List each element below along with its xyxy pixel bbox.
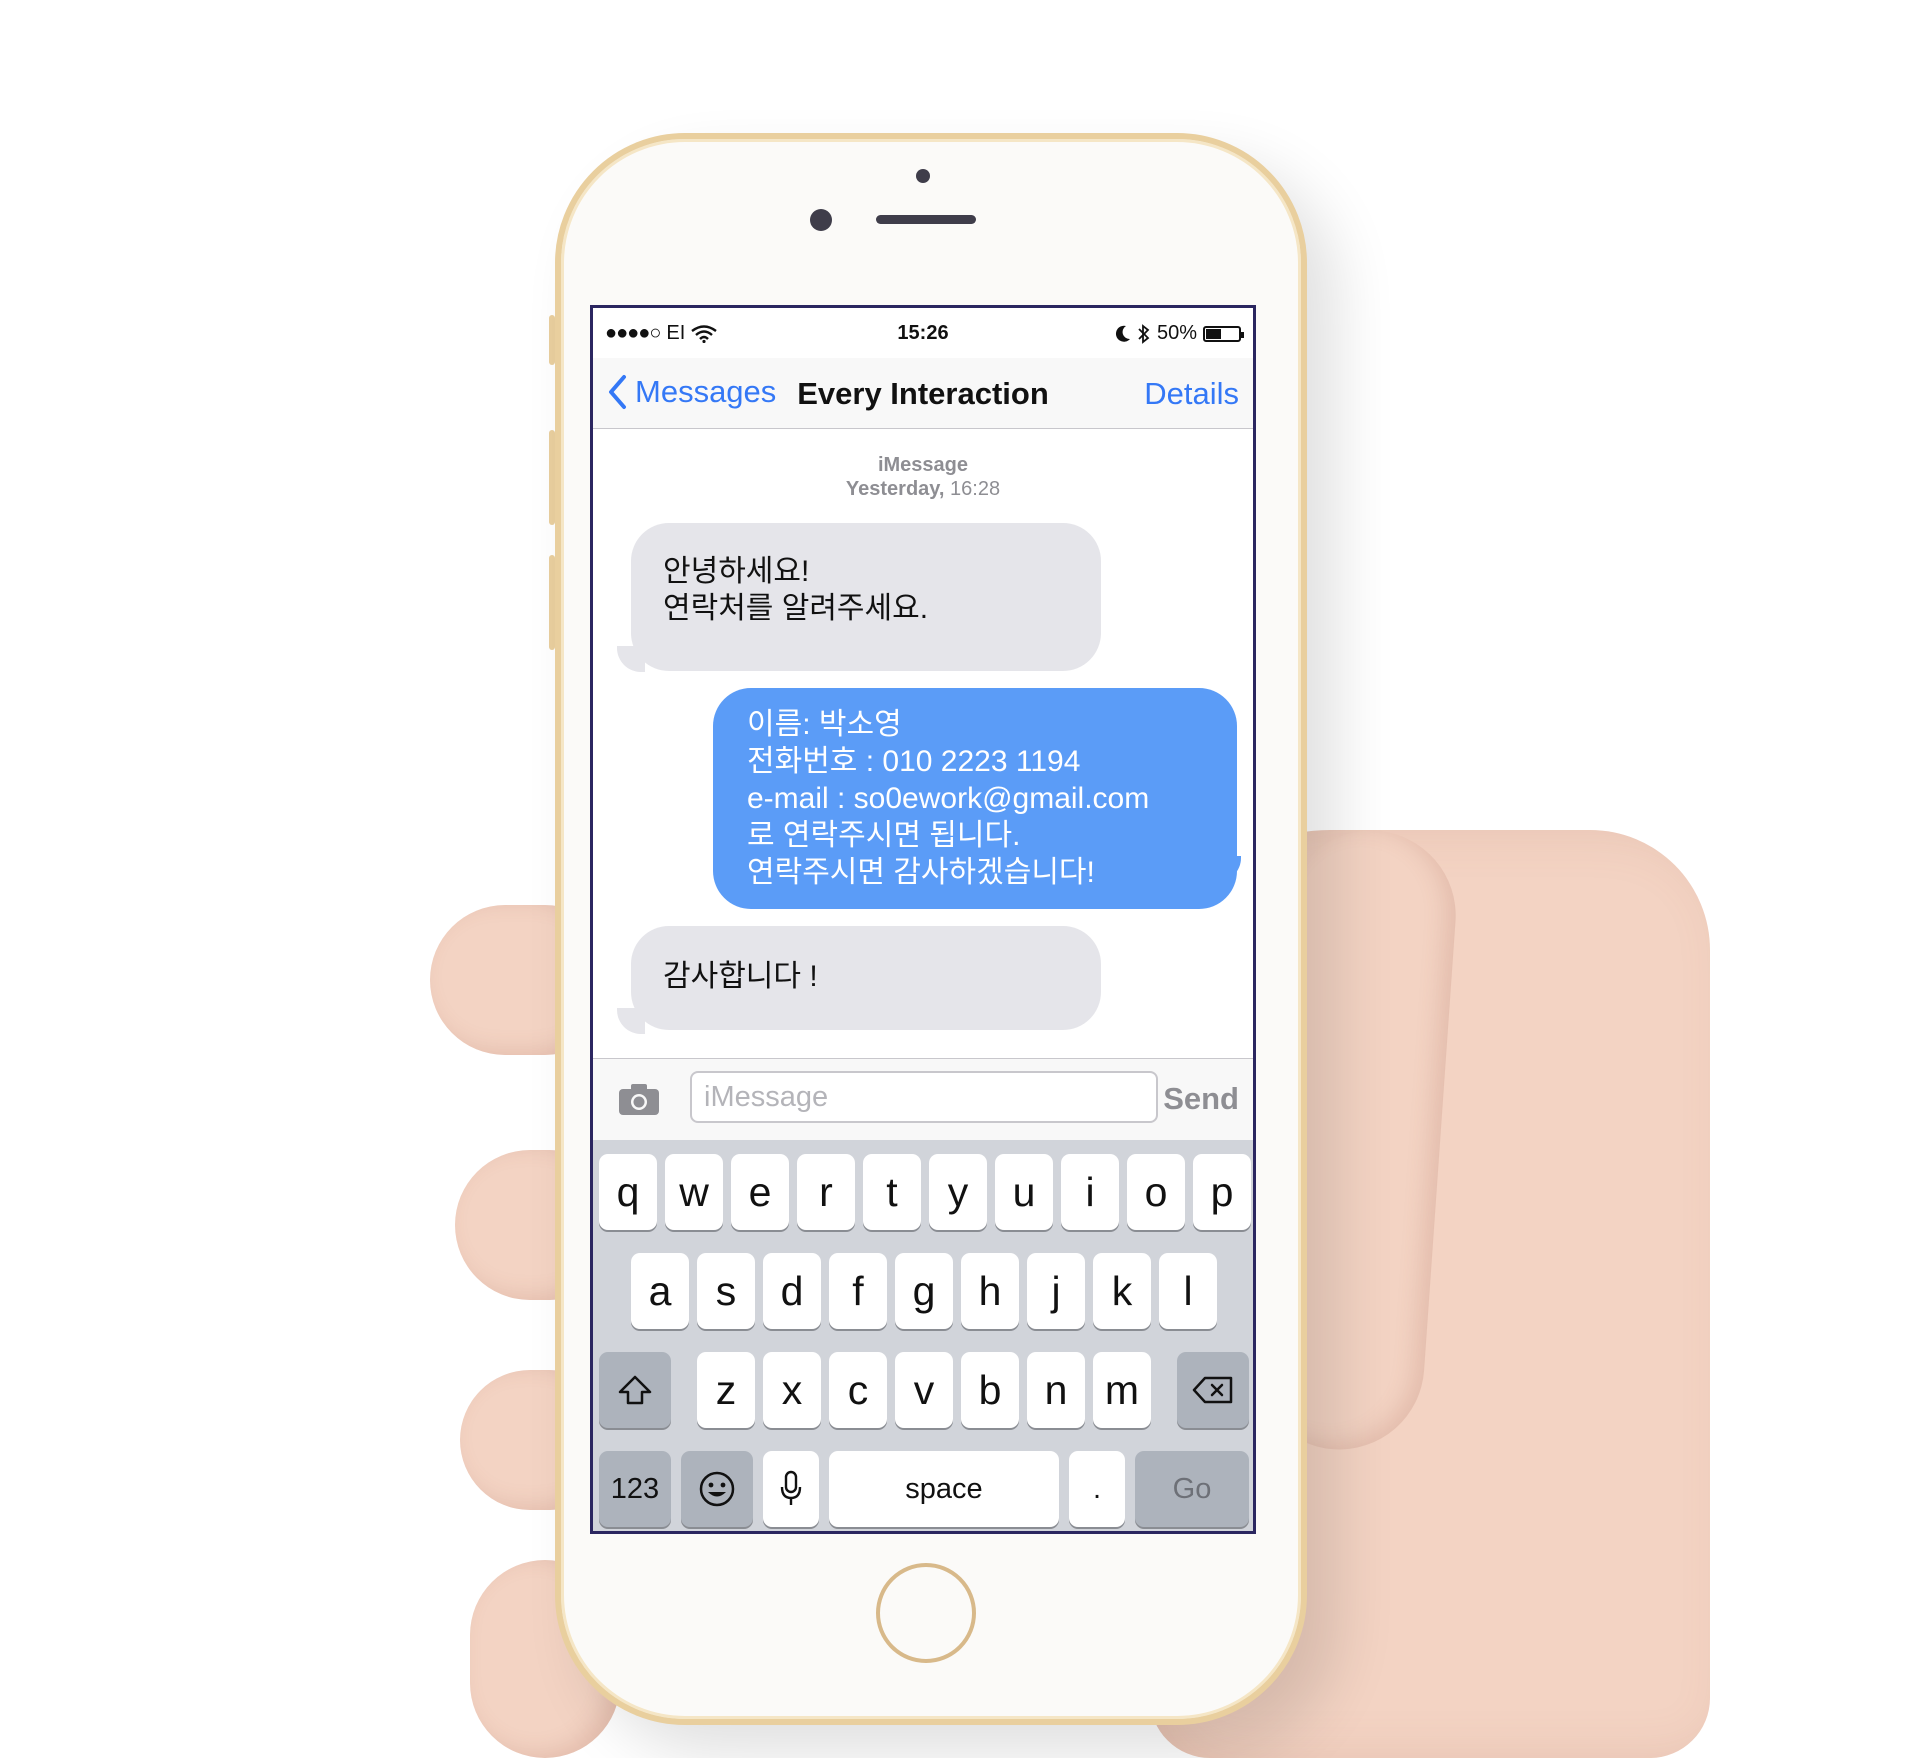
shift-icon xyxy=(618,1375,652,1405)
message-composer: Send xyxy=(593,1058,1253,1141)
key-v[interactable]: v xyxy=(895,1352,953,1428)
message-line: 전화번호 : 010 2223 1194 xyxy=(747,745,1081,778)
timestamp-text: Yesterday, 16:28 xyxy=(593,477,1253,501)
timestamp-time: 16:28 xyxy=(950,478,1001,500)
key-n[interactable]: n xyxy=(1027,1352,1085,1428)
battery-percent: 50% xyxy=(1156,322,1197,344)
keyboard: q w e r t y u i o p a s d f g h j k l z … xyxy=(593,1140,1253,1531)
key-u[interactable]: u xyxy=(995,1154,1053,1230)
status-bar: ●●●●○ EI 15:26 50% xyxy=(593,308,1253,358)
earpiece-speaker xyxy=(876,215,976,224)
moon-icon xyxy=(1115,325,1130,342)
battery-icon xyxy=(1203,325,1244,342)
key-b[interactable]: b xyxy=(961,1352,1019,1428)
key-o[interactable]: o xyxy=(1127,1154,1185,1230)
key-p[interactable]: p xyxy=(1193,1154,1251,1230)
timestamp-day: Yesterday, xyxy=(845,478,945,500)
front-camera xyxy=(810,209,832,231)
space-key[interactable]: space xyxy=(829,1451,1059,1527)
message-line: 연락주시면 감사하겠습니다! xyxy=(747,856,1095,889)
period-key[interactable]: . xyxy=(1069,1451,1125,1527)
delete-key[interactable] xyxy=(1177,1352,1249,1428)
proximity-sensor xyxy=(916,169,930,183)
key-h[interactable]: h xyxy=(961,1253,1019,1329)
incoming-message[interactable]: 안녕하세요! 연락처를 알려주세요. xyxy=(631,523,1101,671)
dictation-key[interactable] xyxy=(763,1451,819,1527)
key-y[interactable]: y xyxy=(929,1154,987,1230)
message-line: 감사합니다 ! xyxy=(663,960,818,993)
message-line: 로 연락주시면 됩니다. xyxy=(747,819,1021,852)
key-j[interactable]: j xyxy=(1027,1253,1085,1329)
camera-icon[interactable] xyxy=(617,1081,661,1117)
key-m[interactable]: m xyxy=(1093,1352,1151,1428)
key-l[interactable]: l xyxy=(1159,1253,1217,1329)
key-r[interactable]: r xyxy=(797,1154,855,1230)
key-k[interactable]: k xyxy=(1093,1253,1151,1329)
key-f[interactable]: f xyxy=(829,1253,887,1329)
key-q[interactable]: q xyxy=(599,1154,657,1230)
key-s[interactable]: s xyxy=(697,1253,755,1329)
navigation-bar: Messages Every Interaction Details xyxy=(593,358,1253,429)
bluetooth-icon xyxy=(1138,323,1150,344)
message-line: 연락처를 알려주세요. xyxy=(663,592,929,625)
message-line: 이름: 박소영 xyxy=(747,708,902,741)
key-x[interactable]: x xyxy=(763,1352,821,1428)
service-label: iMessage xyxy=(877,454,969,476)
emoji-key[interactable] xyxy=(681,1451,753,1527)
microphone-icon xyxy=(780,1470,802,1505)
key-z[interactable]: z xyxy=(697,1352,755,1428)
thread-timestamp: iMessage Yesterday, 16:28 xyxy=(593,453,1253,501)
key-g[interactable]: g xyxy=(895,1253,953,1329)
message-input[interactable] xyxy=(690,1071,1158,1123)
details-button[interactable]: Details xyxy=(1144,376,1239,412)
home-button[interactable] xyxy=(876,1563,976,1663)
key-w[interactable]: w xyxy=(665,1154,723,1230)
phone-screen: ●●●●○ EI 15:26 50% Messages Every Intera… xyxy=(590,305,1256,1534)
message-line: e-mail : so0ework@gmail.com xyxy=(747,782,1150,815)
delete-icon xyxy=(1192,1376,1233,1404)
send-button[interactable]: Send xyxy=(1163,1081,1239,1117)
incoming-message[interactable]: 감사합니다 ! xyxy=(631,926,1101,1030)
key-i[interactable]: i xyxy=(1061,1154,1119,1230)
go-key[interactable]: Go xyxy=(1135,1451,1249,1527)
key-e[interactable]: e xyxy=(731,1154,789,1230)
key-c[interactable]: c xyxy=(829,1352,887,1428)
emoji-icon xyxy=(699,1471,735,1507)
outgoing-message[interactable]: 이름: 박소영 전화번호 : 010 2223 1194 e-mail : so… xyxy=(713,688,1237,909)
key-a[interactable]: a xyxy=(631,1253,689,1329)
numbers-key[interactable]: 123 xyxy=(599,1451,671,1527)
key-t[interactable]: t xyxy=(863,1154,921,1230)
battery-level xyxy=(1206,328,1221,339)
key-d[interactable]: d xyxy=(763,1253,821,1329)
shift-key[interactable] xyxy=(599,1352,671,1428)
message-line: 안녕하세요! xyxy=(663,555,810,588)
